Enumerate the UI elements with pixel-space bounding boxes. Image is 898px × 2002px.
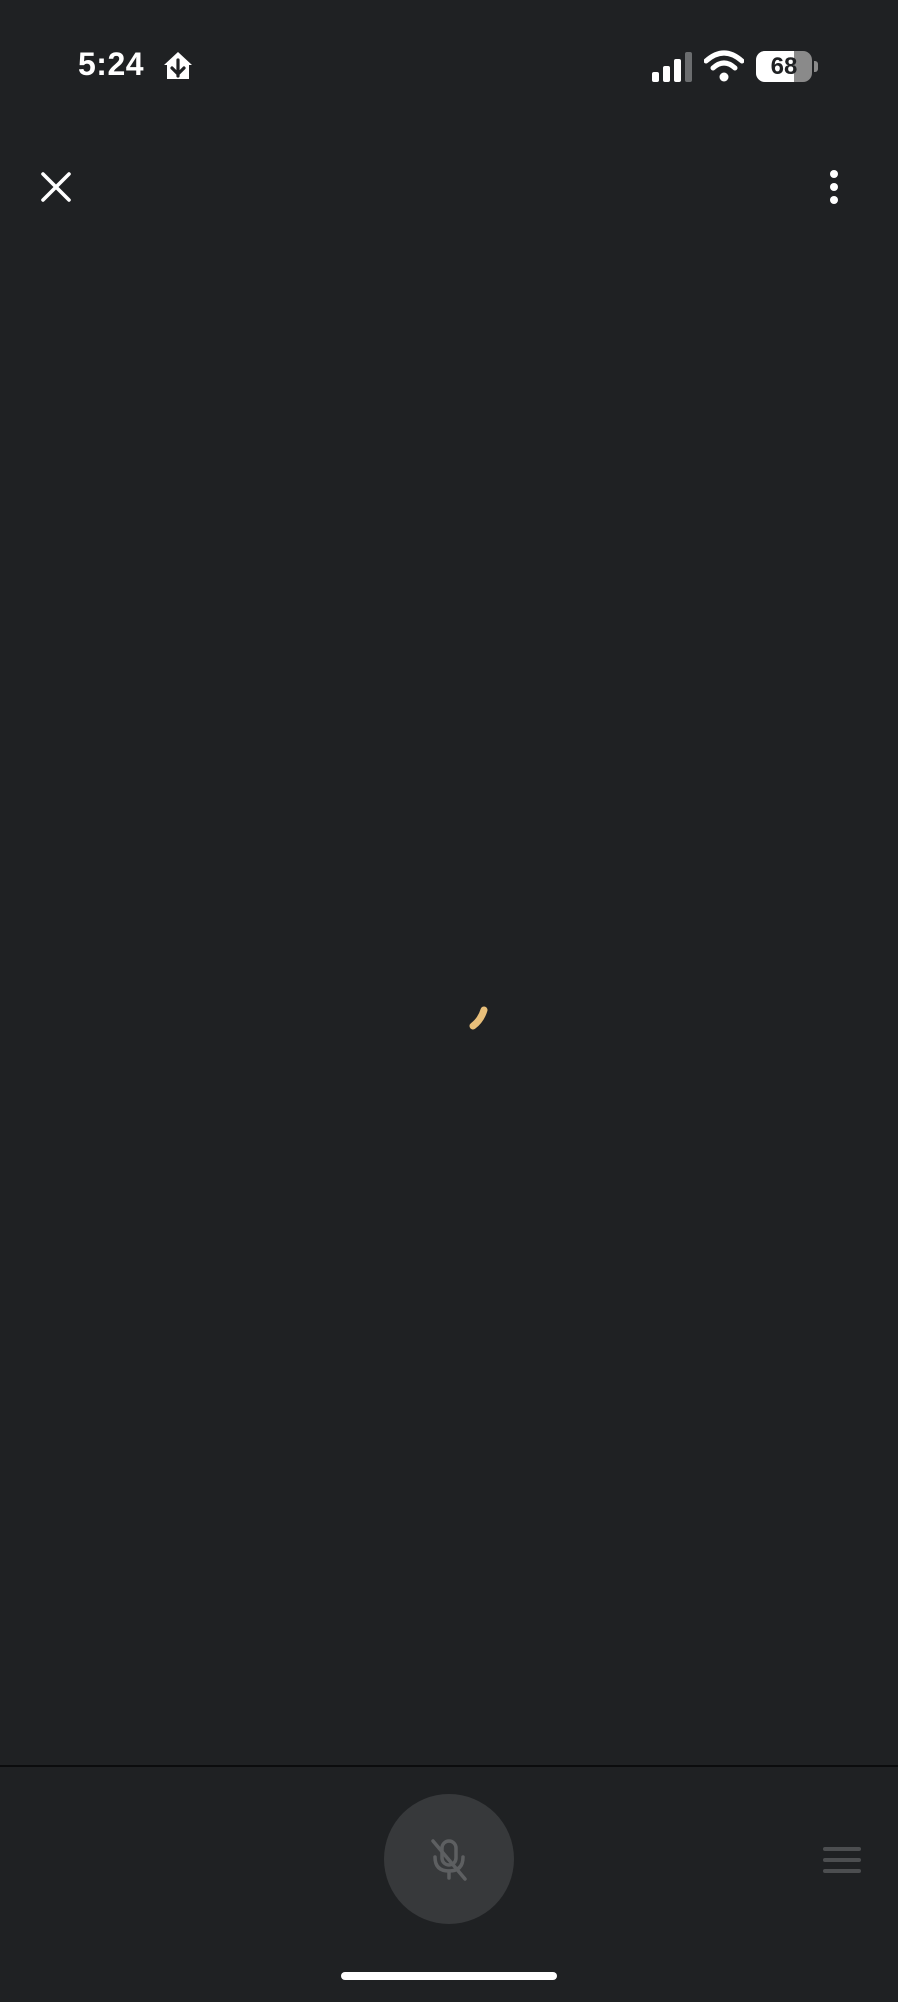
battery-cap xyxy=(814,61,818,72)
status-time: 5:24 xyxy=(78,46,145,82)
close-icon xyxy=(41,172,71,202)
battery-percent: 68 xyxy=(770,53,798,80)
menu-icon xyxy=(823,1847,861,1873)
more-options-button[interactable] xyxy=(806,157,862,217)
menu-button[interactable] xyxy=(818,1838,866,1882)
battery-icon: 68 xyxy=(756,51,818,82)
close-button[interactable] xyxy=(26,157,86,217)
spinner-icon xyxy=(469,1006,488,1030)
wifi-icon xyxy=(704,50,744,82)
mic-off-icon xyxy=(431,1839,467,1881)
battery-body: 68 xyxy=(756,51,812,82)
home-app-icon xyxy=(164,52,192,79)
cellular-signal-icon xyxy=(652,52,692,82)
status-bar: 5:24 68 xyxy=(0,0,898,130)
home-indicator[interactable] xyxy=(341,1972,557,1980)
mic-toggle-button[interactable] xyxy=(384,1794,514,1924)
more-vertical-icon xyxy=(830,170,838,204)
